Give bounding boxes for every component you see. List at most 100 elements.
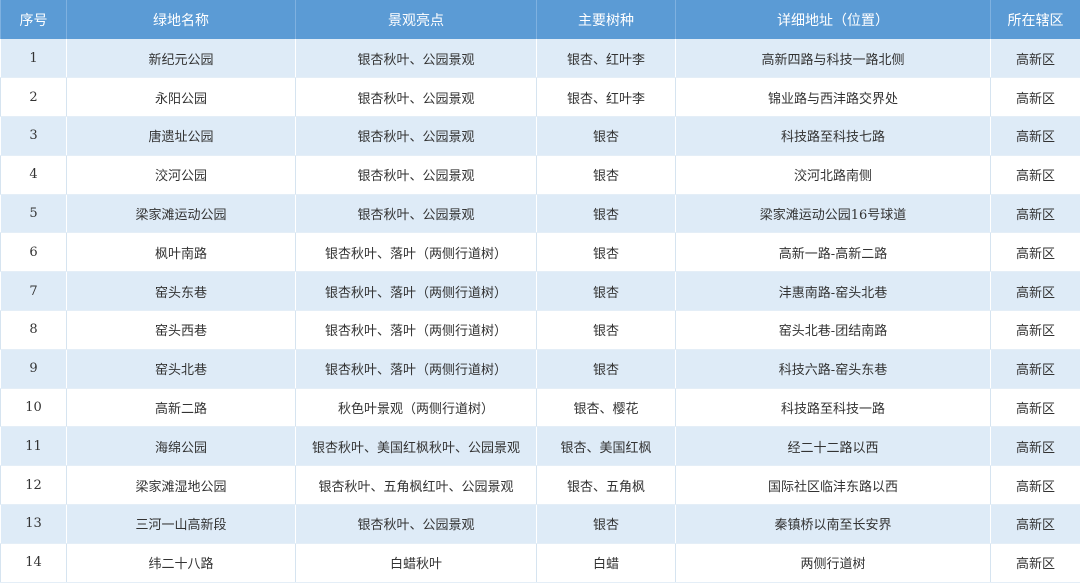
cell-address: 国际社区临沣东路以西	[676, 466, 991, 505]
cell-highlight: 银杏秋叶、落叶（两侧行道树）	[296, 311, 537, 350]
cell-highlight: 白蜡秋叶	[296, 543, 537, 582]
cell-address: 沣惠南路-窑头北巷	[676, 272, 991, 311]
table-row: 7 窑头东巷 银杏秋叶、落叶（两侧行道树） 银杏 沣惠南路-窑头北巷 高新区	[1, 272, 1080, 311]
cell-district: 高新区	[991, 466, 1080, 505]
table-row: 12 梁家滩湿地公园 银杏秋叶、五角枫红叶、公园景观 银杏、五角枫 国际社区临沣…	[1, 466, 1080, 505]
table-row: 6 枫叶南路 银杏秋叶、落叶（两侧行道树） 银杏 高新一路-高新二路 高新区	[1, 233, 1080, 272]
cell-index: 12	[1, 466, 67, 505]
cell-district: 高新区	[991, 233, 1080, 272]
cell-address: 梁家滩运动公园16号球道	[676, 194, 991, 233]
cell-highlight: 银杏秋叶、公园景观	[296, 505, 537, 544]
cell-highlight: 银杏秋叶、落叶（两侧行道树）	[296, 233, 537, 272]
table-row: 3 唐遗址公园 银杏秋叶、公园景观 银杏 科技路至科技七路 高新区	[1, 117, 1080, 156]
cell-address: 科技路至科技七路	[676, 117, 991, 156]
cell-species: 银杏	[537, 155, 676, 194]
cell-index: 7	[1, 272, 67, 311]
cell-species: 银杏	[537, 233, 676, 272]
cell-address: 高新四路与科技一路北侧	[676, 39, 991, 78]
cell-index: 14	[1, 543, 67, 582]
cell-name: 窑头北巷	[67, 349, 296, 388]
cell-index: 5	[1, 194, 67, 233]
cell-index: 13	[1, 505, 67, 544]
cell-address: 科技六路-窑头东巷	[676, 349, 991, 388]
cell-index: 4	[1, 155, 67, 194]
cell-name: 纬二十八路	[67, 543, 296, 582]
table-row: 8 窑头西巷 银杏秋叶、落叶（两侧行道树） 银杏 窑头北巷-团结南路 高新区	[1, 311, 1080, 350]
cell-district: 高新区	[991, 543, 1080, 582]
table-header: 序号 绿地名称 景观亮点 主要树种 详细地址（位置） 所在辖区	[1, 0, 1080, 39]
cell-district: 高新区	[991, 272, 1080, 311]
cell-district: 高新区	[991, 155, 1080, 194]
cell-address: 科技路至科技一路	[676, 388, 991, 427]
cell-species: 白蜡	[537, 543, 676, 582]
cell-species: 银杏	[537, 117, 676, 156]
cell-species: 银杏	[537, 349, 676, 388]
cell-index: 10	[1, 388, 67, 427]
cell-highlight: 银杏秋叶、公园景观	[296, 39, 537, 78]
cell-name: 永阳公园	[67, 78, 296, 117]
cell-name: 枫叶南路	[67, 233, 296, 272]
cell-highlight: 银杏秋叶、美国红枫秋叶、公园景观	[296, 427, 537, 466]
cell-species: 银杏	[537, 194, 676, 233]
header-index: 序号	[1, 0, 67, 39]
cell-district: 高新区	[991, 388, 1080, 427]
cell-address: 两侧行道树	[676, 543, 991, 582]
header-row: 序号 绿地名称 景观亮点 主要树种 详细地址（位置） 所在辖区	[1, 0, 1080, 39]
cell-district: 高新区	[991, 311, 1080, 350]
cell-name: 洨河公园	[67, 155, 296, 194]
cell-highlight: 银杏秋叶、落叶（两侧行道树）	[296, 272, 537, 311]
cell-district: 高新区	[991, 78, 1080, 117]
table-row: 5 梁家滩运动公园 银杏秋叶、公园景观 银杏 梁家滩运动公园16号球道 高新区	[1, 194, 1080, 233]
cell-species: 银杏、五角枫	[537, 466, 676, 505]
cell-species: 银杏、红叶李	[537, 78, 676, 117]
cell-highlight: 银杏秋叶、落叶（两侧行道树）	[296, 349, 537, 388]
table-body: 1 新纪元公园 银杏秋叶、公园景观 银杏、红叶李 高新四路与科技一路北侧 高新区…	[1, 39, 1080, 582]
cell-index: 1	[1, 39, 67, 78]
table-row: 10 高新二路 秋色叶景观（两侧行道树） 银杏、樱花 科技路至科技一路 高新区	[1, 388, 1080, 427]
cell-address: 锦业路与西沣路交界处	[676, 78, 991, 117]
cell-name: 唐遗址公园	[67, 117, 296, 156]
cell-address: 窑头北巷-团结南路	[676, 311, 991, 350]
cell-district: 高新区	[991, 117, 1080, 156]
green-space-table: 序号 绿地名称 景观亮点 主要树种 详细地址（位置） 所在辖区 1 新纪元公园 …	[0, 0, 1080, 583]
cell-highlight: 银杏秋叶、公园景观	[296, 117, 537, 156]
cell-index: 9	[1, 349, 67, 388]
cell-highlight: 银杏秋叶、公园景观	[296, 155, 537, 194]
cell-species: 银杏	[537, 505, 676, 544]
cell-species: 银杏	[537, 311, 676, 350]
table-row: 2 永阳公园 银杏秋叶、公园景观 银杏、红叶李 锦业路与西沣路交界处 高新区	[1, 78, 1080, 117]
cell-highlight: 银杏秋叶、五角枫红叶、公园景观	[296, 466, 537, 505]
cell-highlight: 银杏秋叶、公园景观	[296, 78, 537, 117]
header-district: 所在辖区	[991, 0, 1080, 39]
cell-name: 窑头西巷	[67, 311, 296, 350]
cell-species: 银杏	[537, 272, 676, 311]
cell-name: 高新二路	[67, 388, 296, 427]
cell-district: 高新区	[991, 194, 1080, 233]
cell-address: 经二十二路以西	[676, 427, 991, 466]
table-row: 14 纬二十八路 白蜡秋叶 白蜡 两侧行道树 高新区	[1, 543, 1080, 582]
cell-name: 梁家滩湿地公园	[67, 466, 296, 505]
table-row: 13 三河一山高新段 银杏秋叶、公园景观 银杏 秦镇桥以南至长安界 高新区	[1, 505, 1080, 544]
cell-species: 银杏、樱花	[537, 388, 676, 427]
cell-district: 高新区	[991, 505, 1080, 544]
table-row: 11 海绵公园 银杏秋叶、美国红枫秋叶、公园景观 银杏、美国红枫 经二十二路以西…	[1, 427, 1080, 466]
header-main-tree-species: 主要树种	[537, 0, 676, 39]
table-row: 9 窑头北巷 银杏秋叶、落叶（两侧行道树） 银杏 科技六路-窑头东巷 高新区	[1, 349, 1080, 388]
cell-name: 新纪元公园	[67, 39, 296, 78]
header-landscape-highlight: 景观亮点	[296, 0, 537, 39]
cell-address: 洨河北路南侧	[676, 155, 991, 194]
cell-address: 秦镇桥以南至长安界	[676, 505, 991, 544]
cell-district: 高新区	[991, 39, 1080, 78]
header-green-space-name: 绿地名称	[67, 0, 296, 39]
cell-highlight: 银杏秋叶、公园景观	[296, 194, 537, 233]
cell-species: 银杏、红叶李	[537, 39, 676, 78]
cell-index: 3	[1, 117, 67, 156]
cell-index: 2	[1, 78, 67, 117]
cell-species: 银杏、美国红枫	[537, 427, 676, 466]
cell-index: 6	[1, 233, 67, 272]
cell-district: 高新区	[991, 349, 1080, 388]
cell-name: 三河一山高新段	[67, 505, 296, 544]
cell-highlight: 秋色叶景观（两侧行道树）	[296, 388, 537, 427]
table-row: 4 洨河公园 银杏秋叶、公园景观 银杏 洨河北路南侧 高新区	[1, 155, 1080, 194]
cell-address: 高新一路-高新二路	[676, 233, 991, 272]
